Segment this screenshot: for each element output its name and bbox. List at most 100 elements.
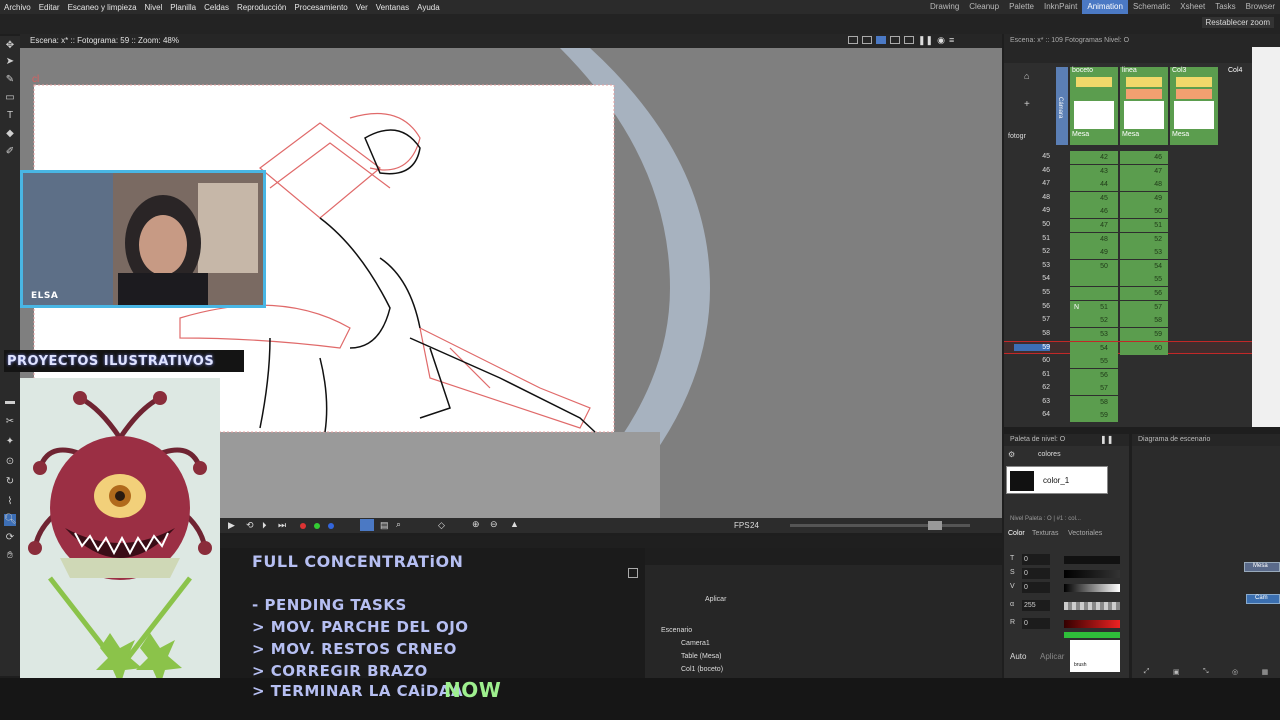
xsheet-cell[interactable]: 43	[1090, 165, 1118, 178]
scene-node-camera[interactable]: Cam	[1246, 594, 1280, 604]
preview-icon[interactable]	[890, 36, 900, 44]
add-column-icon[interactable]: +	[1024, 99, 1030, 110]
fill-tool-icon[interactable]: ◆	[4, 128, 16, 140]
blue-channel-icon[interactable]	[328, 523, 334, 529]
xsheet-cell[interactable]: 48	[1120, 178, 1168, 192]
tree-node-camera[interactable]: Camera1	[681, 640, 710, 647]
xsheet-cell[interactable]: 60	[1120, 342, 1168, 356]
normal-view-icon[interactable]: ◎	[1232, 668, 1238, 678]
sound-icon[interactable]	[360, 519, 374, 531]
room-xsheet[interactable]: Xsheet	[1175, 0, 1210, 14]
xsheet-cell[interactable]: 58	[1090, 396, 1118, 409]
xsheet-cell[interactable]: 47	[1090, 219, 1118, 232]
zoom-out-icon[interactable]: ⊖	[490, 519, 498, 530]
camera-column-icon[interactable]: ⌂	[1024, 71, 1029, 81]
preview-toggle-icon[interactable]	[1076, 77, 1112, 87]
room-cleanup[interactable]: Cleanup	[964, 0, 1004, 14]
column-header[interactable]: linea Mesa	[1120, 67, 1168, 145]
reorder-icon[interactable]: ⤡	[1203, 668, 1209, 678]
field-guide-icon[interactable]	[862, 36, 872, 44]
room-drawing[interactable]: Drawing	[925, 0, 964, 14]
options-icon[interactable]: ≡	[949, 36, 954, 46]
xsheet-row[interactable]: 55 56	[1004, 287, 1252, 300]
menu-ventanas[interactable]: Ventanas	[372, 3, 413, 12]
type-tool-icon[interactable]: T	[4, 110, 16, 122]
xsheet-cell[interactable]: 48	[1090, 233, 1118, 246]
tape-tool-icon[interactable]: ✂	[4, 416, 16, 428]
xsheet-row[interactable]: 58 53 59	[1004, 327, 1252, 341]
menu-planilla[interactable]: Planilla	[166, 3, 200, 12]
eraser-tool-icon[interactable]: ▬	[4, 396, 16, 408]
camstand-toggle-icon[interactable]	[1176, 89, 1212, 99]
tree-node-col1[interactable]: Col1 (boceto)	[681, 666, 723, 673]
zoom-tool-icon[interactable]: 🔍︎	[4, 514, 17, 526]
palette-gear-icon[interactable]: ⚙	[1008, 450, 1015, 459]
xsheet-cell[interactable]: 47	[1120, 164, 1168, 178]
room-tasks[interactable]: Tasks	[1210, 0, 1240, 14]
xsheet-row[interactable]: 48 45 49	[1004, 191, 1252, 205]
channel-slider[interactable]: T0	[1008, 554, 1126, 566]
fps-value[interactable]: 24	[750, 521, 759, 530]
xsheet-cell[interactable]: 54	[1120, 259, 1168, 273]
flip-icon[interactable]: ▲	[510, 519, 519, 529]
xsheet-cell[interactable]: 53	[1090, 328, 1118, 341]
zoom-in-icon[interactable]: ⊕	[472, 519, 480, 530]
menu-ayuda[interactable]: Ayuda	[413, 3, 444, 12]
viewer-scrollbar[interactable]	[220, 536, 1002, 548]
xsheet-row[interactable]: 49 46 50	[1004, 205, 1252, 219]
camera-column[interactable]: Cámara	[1056, 67, 1068, 145]
hand-tool-icon[interactable]: ✋︎	[4, 550, 16, 562]
tab-textures[interactable]: Texturas	[1032, 530, 1058, 537]
xsheet-cell[interactable]: 53	[1120, 246, 1168, 260]
camera-view-icon[interactable]	[876, 36, 886, 44]
menu-archivo[interactable]: Archivo	[0, 3, 35, 12]
panel-toggle-icon[interactable]	[628, 568, 638, 578]
room-schematic[interactable]: Schematic	[1128, 0, 1175, 14]
xsheet-cell[interactable]: 52	[1120, 232, 1168, 246]
xsheet-row[interactable]: 47 44 48	[1004, 178, 1252, 192]
tab-vector[interactable]: Vectoriales	[1068, 530, 1102, 537]
xsheet-cell[interactable]	[1090, 287, 1118, 300]
paint-brush-tool-icon[interactable]: ✐	[4, 146, 16, 158]
apply-label[interactable]: Aplicar	[705, 596, 726, 603]
xsheet-cell[interactable]: 56	[1120, 287, 1168, 300]
xsheet-cell[interactable]: 56	[1090, 369, 1118, 382]
xsheet-cell[interactable]	[1120, 355, 1168, 368]
column-header[interactable]: boceto Mesa	[1070, 67, 1118, 145]
xsheet-cell[interactable]	[1120, 382, 1168, 395]
xsheet-row[interactable]: 56 N 51 57	[1004, 300, 1252, 314]
xsheet-cell[interactable]: 57	[1120, 300, 1168, 314]
room-browser[interactable]: Browser	[1241, 0, 1280, 14]
play-button[interactable]: ▶	[228, 520, 235, 531]
sub-camera-icon[interactable]	[904, 36, 914, 44]
tab-color[interactable]: Color	[1008, 530, 1025, 537]
xsheet-row[interactable]: 62 57	[1004, 382, 1252, 396]
fit-to-window-icon[interactable]: ⤢	[1144, 668, 1150, 678]
menu-reproduccion[interactable]: Reproducción	[233, 3, 290, 12]
channel-slider[interactable]: S0	[1008, 568, 1126, 580]
xsheet-row[interactable]: 57 52 58	[1004, 314, 1252, 328]
menu-nivel[interactable]: Nivel	[141, 3, 167, 12]
green-channel-bar[interactable]	[1064, 632, 1120, 638]
animate-tool-icon[interactable]: ✥	[4, 40, 16, 52]
menu-ver[interactable]: Ver	[352, 3, 372, 12]
xsheet-cell[interactable]: 55	[1120, 273, 1168, 287]
zoom-viewer-icon[interactable]: ⌕	[396, 519, 401, 530]
column-header[interactable]: Col4	[1220, 67, 1252, 81]
xsheet-row[interactable]: 46 43 47	[1004, 164, 1252, 178]
xsheet-row[interactable]: 45 42 46	[1004, 151, 1252, 164]
xsheet-cell[interactable]: 51	[1120, 219, 1168, 232]
xsheet-cell[interactable]: 49	[1090, 246, 1118, 259]
xsheet-cell[interactable]	[1120, 409, 1168, 422]
xsheet-cell[interactable]: 59	[1120, 327, 1168, 341]
xsheet-cell[interactable]: 54	[1090, 342, 1118, 355]
xsheet-row[interactable]: 61 56	[1004, 368, 1252, 382]
rotate-tool-icon[interactable]: ⟳	[4, 532, 16, 544]
room-inknpaint[interactable]: InknPaint	[1039, 0, 1082, 14]
menu-escaneo[interactable]: Escaneo y limpieza	[64, 3, 141, 12]
scene-diagram[interactable]: Mesa Cam ⤢ ▣ ⤡ ◎ ▦	[1132, 446, 1280, 678]
xsheet-row[interactable]: 60 55	[1004, 355, 1252, 368]
xsheet-cell[interactable]: 50	[1120, 205, 1168, 219]
toggle-fx-icon[interactable]: ▦	[1262, 668, 1269, 678]
xsheet-cell[interactable]	[1120, 396, 1168, 409]
